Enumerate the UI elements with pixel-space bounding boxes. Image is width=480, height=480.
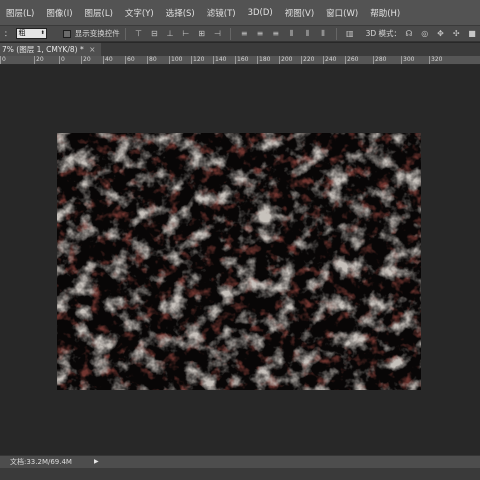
ruler-tick: 280: [373, 56, 387, 64]
ruler-tick: 240: [323, 56, 337, 64]
align-left-icon[interactable]: ⊢: [181, 29, 191, 39]
3d-roll-icon[interactable]: ◎: [420, 29, 430, 39]
distribute-left-icon[interactable]: ⦀: [287, 29, 297, 39]
show-transform-checkbox[interactable]: [62, 29, 71, 38]
show-transform-label: 显示变换控件: [74, 29, 120, 38]
menu-3d[interactable]: 3D(D): [242, 8, 279, 18]
document-tab-bar: 7% (图层 1, CMYK/8) * ×: [0, 43, 480, 56]
align-bottom-icon[interactable]: ⊥: [165, 29, 175, 39]
menu-layer-partial[interactable]: 图层(L): [0, 7, 40, 19]
3d-scale-icon[interactable]: ■: [467, 29, 477, 39]
3d-pan-icon[interactable]: ✥: [436, 29, 446, 39]
horizontal-ruler: 0 20 0 20 40 60 80 100 120 140 160 180 2…: [0, 56, 480, 65]
ruler-tick: 20: [34, 56, 44, 64]
menu-select[interactable]: 选择(S): [160, 7, 201, 19]
menu-bar: 图层(L) 图像(I) 图层(L) 文字(Y) 选择(S) 滤镜(T) 3D(D…: [0, 0, 480, 26]
document-tab[interactable]: 7% (图层 1, CMYK/8) * ×: [0, 43, 102, 56]
clouds-noise-image: [57, 133, 421, 390]
size-select-value: 粗: [18, 29, 26, 37]
document-size-info: 文档:33.2M/69.4M: [10, 458, 72, 466]
ruler-tick: 300: [401, 56, 415, 64]
ruler-tick: 180: [257, 56, 271, 64]
menu-window[interactable]: 窗口(W): [320, 7, 364, 19]
divider: [335, 27, 337, 40]
menu-image[interactable]: 图像(I): [40, 7, 78, 19]
ruler-tick: 260: [345, 56, 359, 64]
menu-layer[interactable]: 图层(L): [79, 7, 119, 19]
distribute-top-icon[interactable]: ≡: [239, 29, 249, 39]
status-bar: 文档:33.2M/69.4M ▶: [0, 455, 480, 468]
distribute-hcenter-icon[interactable]: ⦀: [302, 29, 312, 39]
ruler-tick: 0: [0, 56, 6, 64]
align-vcenter-icon[interactable]: ⊟: [149, 29, 159, 39]
ruler-tick: 320: [429, 56, 443, 64]
ruler-tick: 160: [235, 56, 249, 64]
ruler-tick: 120: [191, 56, 205, 64]
distribute-vcenter-icon[interactable]: ≡: [255, 29, 265, 39]
3d-slide-icon[interactable]: ✣: [451, 29, 461, 39]
align-right-icon[interactable]: ⊣: [213, 29, 223, 39]
menu-help[interactable]: 帮助(H): [364, 7, 406, 19]
ruler-tick: 60: [125, 56, 135, 64]
distribute-right-icon[interactable]: ⦀: [318, 29, 328, 39]
image-canvas[interactable]: [57, 133, 421, 390]
3d-orbit-icon[interactable]: ☊: [404, 29, 414, 39]
menu-type[interactable]: 文字(Y): [119, 7, 160, 19]
ruler-tick: 80: [147, 56, 157, 64]
size-label: ：: [4, 29, 12, 38]
distribute-bottom-icon[interactable]: ≡: [271, 29, 281, 39]
align-hcenter-icon[interactable]: ⊞: [197, 29, 207, 39]
ruler-tick: 140: [213, 56, 227, 64]
auto-align-icon[interactable]: ▥: [345, 29, 355, 39]
options-bar: ： 粗 ⬍ 显示变换控件 ⊤ ⊟ ⊥ ⊢ ⊞ ⊣ ≡ ≡ ≡ ⦀ ⦀ ⦀ ▥ 3…: [0, 26, 480, 42]
bottom-panel-strip: [0, 468, 480, 480]
chevron-updown-icon: ⬍: [40, 30, 45, 36]
ruler-tick: 220: [301, 56, 315, 64]
close-icon[interactable]: ×: [89, 45, 95, 54]
ruler-tick: 20: [81, 56, 91, 64]
divider: [230, 27, 232, 40]
ruler-tick: 200: [279, 56, 293, 64]
ruler-tick: 100: [169, 56, 183, 64]
ruler-tick: 0: [59, 56, 65, 64]
menu-filter[interactable]: 滤镜(T): [201, 7, 242, 19]
divider: [124, 27, 126, 40]
menu-view[interactable]: 视图(V): [279, 7, 320, 19]
align-top-icon[interactable]: ⊤: [134, 29, 144, 39]
ruler-tick: 40: [103, 56, 113, 64]
size-select[interactable]: 粗 ⬍: [15, 28, 47, 39]
document-workspace[interactable]: [0, 66, 480, 454]
3d-mode-label: 3D 模式：: [365, 29, 402, 38]
document-tab-title: 7% (图层 1, CMYK/8) *: [2, 45, 84, 54]
status-menu-arrow-icon[interactable]: ▶: [94, 456, 99, 468]
